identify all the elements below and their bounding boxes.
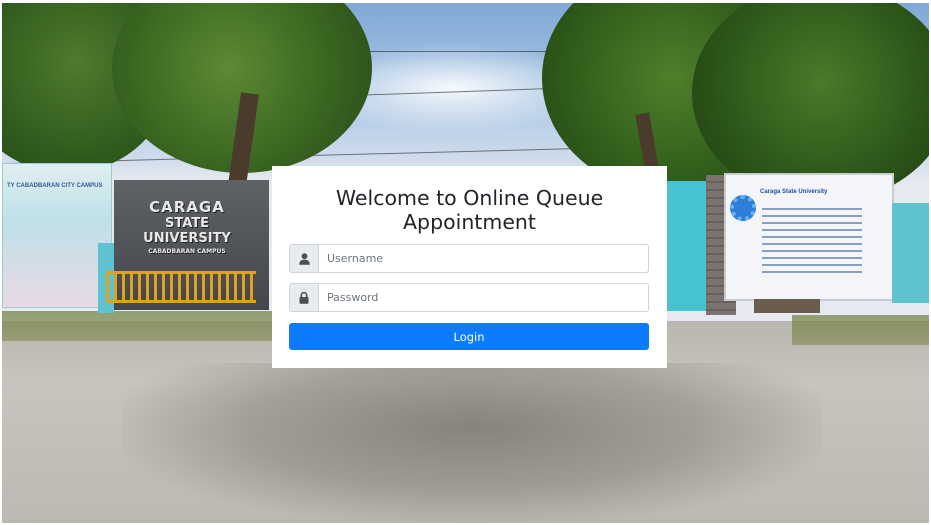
user-icon [290, 245, 319, 272]
sign-line-4: CABADBARAN CAMPUS [148, 248, 226, 255]
grass [2, 311, 272, 341]
gate-post [892, 203, 929, 303]
grass [792, 315, 929, 345]
history-board-text [762, 203, 862, 278]
tree-shadow [122, 363, 822, 523]
username-input-group [289, 244, 649, 273]
password-input-group [289, 283, 649, 312]
left-banner: TY CABADBARAN CITY CAMPUS [2, 163, 112, 308]
left-banner-text: TY CABADBARAN CITY CAMPUS [7, 183, 103, 189]
password-input[interactable] [319, 284, 648, 311]
sign-line-2: STATE [164, 216, 210, 231]
history-board-title: Caraga State University [760, 189, 828, 195]
university-sign-text: CARAGA STATE UNIVERSITY CABADBARAN CAMPU… [132, 198, 242, 255]
username-input[interactable] [319, 245, 648, 272]
login-title: Welcome to Online Queue Appointment [335, 186, 604, 234]
yellow-fence [106, 271, 256, 303]
history-board: Caraga State University [724, 173, 894, 301]
bench [754, 299, 820, 313]
login-button[interactable]: Login [289, 323, 649, 350]
login-card: Welcome to Online Queue Appointment Logi… [272, 166, 667, 368]
sign-line-1: CARAGA [149, 198, 225, 216]
lock-icon [290, 284, 319, 311]
gear-logo-icon [730, 195, 756, 221]
sign-line-3: UNIVERSITY [143, 231, 231, 246]
